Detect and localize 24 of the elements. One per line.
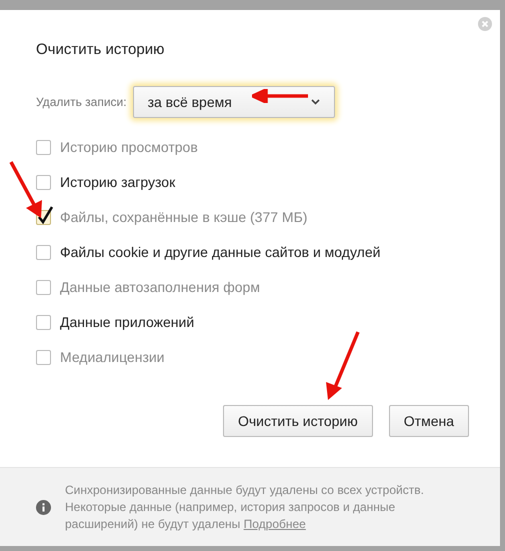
sync-notice: Синхронизированные данные будут удалены со всех устройств. Некоторые данные (например, история запросов и данные расширений) не будут удалены Подробнее <box>65 482 425 532</box>
option-label: Данные приложений <box>60 313 194 332</box>
option-label: Историю загрузок <box>60 173 176 192</box>
option-label: Файлы cookie и другие данные сайтов и модулей <box>60 243 380 262</box>
option-label: Файлы, сохранённые в кэше (377 МБ) <box>60 208 308 227</box>
arrow-annotation <box>252 89 308 103</box>
clear-history-button[interactable]: Очистить историю <box>222 405 373 437</box>
option-label: Данные автозаполнения форм <box>60 278 260 297</box>
close-icon[interactable] <box>478 17 492 31</box>
dialog-title: Очистить историю <box>36 40 166 60</box>
info-icon <box>36 500 51 514</box>
range-label: Удалить записи: <box>36 94 127 111</box>
checkbox[interactable] <box>36 245 51 260</box>
checkbox[interactable] <box>36 350 51 365</box>
checkbox[interactable] <box>36 140 51 155</box>
checkbox[interactable] <box>36 175 51 190</box>
range-dropdown[interactable]: за всё время <box>132 86 335 118</box>
option-label: Историю просмотров <box>60 138 198 157</box>
caret-icon <box>310 99 320 105</box>
checkbox[interactable] <box>36 280 51 295</box>
cancel-button[interactable]: Отмена <box>388 405 469 437</box>
arrow-annotation <box>8 160 44 220</box>
checkbox[interactable] <box>36 315 51 330</box>
option-label: Медиалицензии <box>60 348 165 367</box>
